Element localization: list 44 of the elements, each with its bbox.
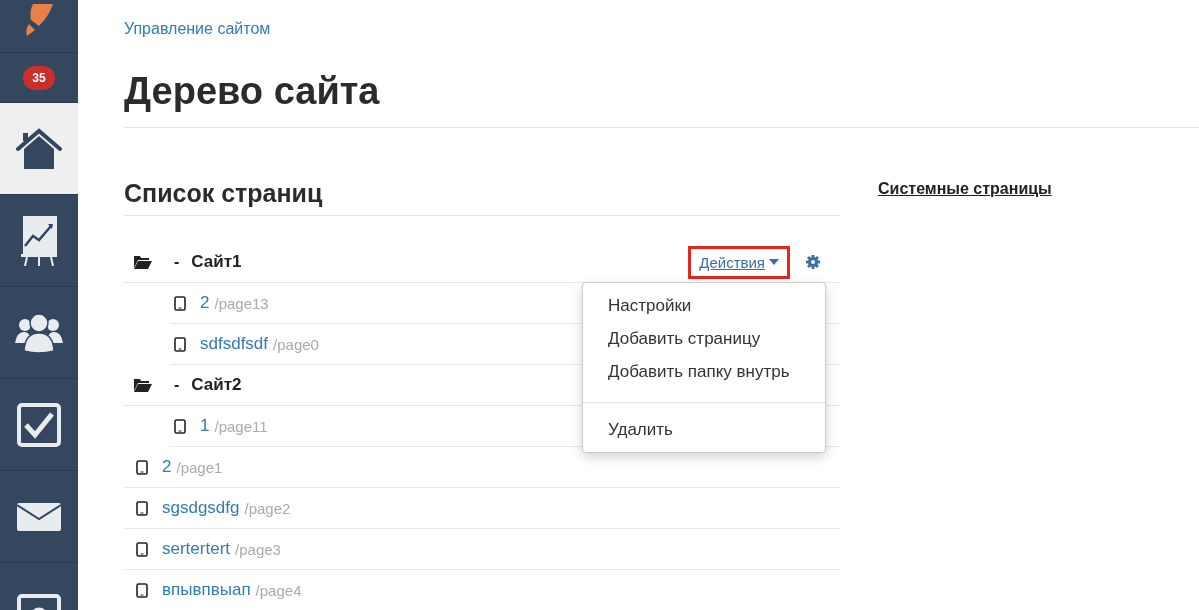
section-heading: Список страниц [124,176,840,216]
page-link[interactable]: sdfsdfsdf [200,334,269,354]
tablet-icon [136,459,148,475]
menu-item[interactable]: Добавить страницу [583,322,825,355]
page-link[interactable]: впывпвыап [162,580,251,600]
page-link[interactable]: sertertert [162,539,231,559]
home-icon [16,126,62,171]
presentation-chart-icon [21,215,57,266]
page-path: /page1 [176,458,223,476]
tablet-icon [174,295,186,311]
folder-icon [134,378,152,392]
folder-name: Сайт1 [191,252,242,272]
menu-item[interactable]: Удалить [583,413,825,446]
page-path: /page13 [214,294,269,312]
menu-item[interactable]: Добавить папку внутрь [583,355,825,388]
collapse-dash[interactable]: - [174,376,180,394]
page-title: Дерево сайта [124,69,381,114]
page-path: /page2 [244,499,291,517]
folder-icon [134,255,152,269]
page-path: /page4 [255,581,302,599]
page-path: /page3 [235,540,281,558]
folder-name: Сайт2 [191,375,242,395]
page-link[interactable]: 1 [200,416,210,436]
page-link[interactable]: 2 [200,293,210,313]
users-icon [15,312,63,353]
page-link[interactable]: sgsdgsdfg [162,498,240,518]
breadcrumb-link[interactable]: Управление сайтом [124,18,271,40]
tablet-icon [136,500,148,516]
tablet-icon [136,582,148,598]
tablet-icon [174,336,186,352]
page-link[interactable]: 2 [162,457,172,477]
collapse-dash[interactable]: - [174,253,180,271]
system-pages-link[interactable]: Системные страницы [878,180,1052,197]
notification-badge[interactable]: 35 [23,65,55,90]
settings-icon[interactable] [806,255,820,269]
tablet-icon [174,418,186,434]
actions-dropdown[interactable]: Действия [688,245,790,279]
checkbox-icon [17,402,61,447]
mail-icon [17,502,61,531]
page-path: /page0 [273,335,319,353]
tablet-icon [136,541,148,557]
menu-item[interactable]: Настройки [583,289,825,322]
sidebar-item[interactable] [0,103,78,195]
page-path: /page11 [214,417,268,435]
